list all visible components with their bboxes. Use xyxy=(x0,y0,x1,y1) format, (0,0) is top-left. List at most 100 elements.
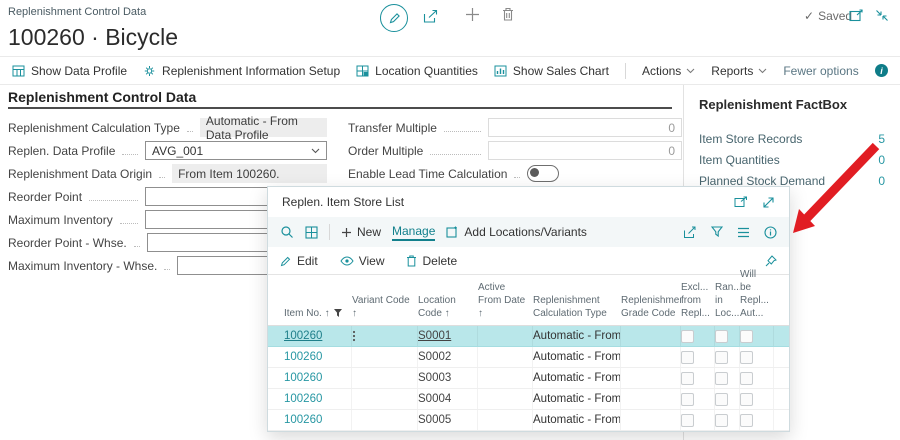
will-be-repl-aut-checkbox[interactable] xyxy=(740,372,753,385)
share-icon xyxy=(683,226,697,239)
column-header-replenishment-calculation-type[interactable]: Replenishment Calculation Type xyxy=(533,294,621,320)
row-options-icon[interactable] xyxy=(352,330,356,342)
breadcrumb[interactable]: Replenishment Control Data xyxy=(8,6,146,18)
collapse-button[interactable] xyxy=(875,9,889,22)
lead-time-toggle[interactable] xyxy=(527,165,559,182)
reports-menu[interactable]: Reports xyxy=(711,64,767,78)
excl-from-repl-checkbox[interactable] xyxy=(681,372,694,385)
excl-from-repl-checkbox[interactable] xyxy=(681,330,694,343)
view-button[interactable]: View xyxy=(340,254,385,268)
info-badge-icon[interactable]: i xyxy=(875,64,888,77)
ran-in-loc-checkbox[interactable] xyxy=(715,372,728,385)
unpin-icon xyxy=(765,255,777,267)
column-header-ran-in-loc[interactable]: Ran... in Loc... xyxy=(715,281,740,320)
add-locations-icon xyxy=(446,226,459,238)
will-be-repl-aut-checkbox[interactable] xyxy=(740,330,753,343)
action-bar: Show Data Profile Replenishment Informat… xyxy=(0,56,900,85)
info-button[interactable] xyxy=(764,226,777,239)
dialog-expand-button[interactable] xyxy=(762,196,775,209)
fewer-options-link[interactable]: Fewer options xyxy=(783,64,858,78)
form-right-column: Transfer Multiple 0 Order Multiple 0 Ena… xyxy=(348,116,682,185)
eye-icon xyxy=(340,256,354,266)
replenishment-calculation-type-value: Automatic - From Data Profile xyxy=(200,118,327,137)
edit-button[interactable] xyxy=(380,4,408,32)
new-button[interactable] xyxy=(465,7,480,22)
manage-tab[interactable]: Manage xyxy=(392,224,435,241)
delete-button[interactable]: Delete xyxy=(406,254,457,268)
analyze-button[interactable] xyxy=(305,226,318,239)
unpin-button[interactable] xyxy=(765,255,777,267)
sales-chart-icon xyxy=(494,65,507,77)
dialog-popout-button[interactable] xyxy=(734,196,748,208)
table-row[interactable]: 100260 S0005 Automatic - From Da... xyxy=(268,410,789,431)
column-header-location-code[interactable]: Location Code ↑ xyxy=(418,294,478,320)
column-header-excl-from-repl[interactable]: Excl... from Repl... xyxy=(681,281,715,320)
table-header-row: Item No. ↑ Variant Code ↑ Location Code … xyxy=(268,275,789,326)
show-data-profile-button[interactable]: Show Data Profile xyxy=(12,64,127,78)
section-title: Replenishment Control Data xyxy=(8,89,196,105)
search-button[interactable] xyxy=(280,225,294,239)
replen-data-profile-select[interactable]: AVG_001 xyxy=(145,141,327,160)
share-button[interactable] xyxy=(423,9,439,24)
choose-columns-button[interactable] xyxy=(737,227,750,238)
table-row[interactable]: 100260 S0004 Automatic - From Da... xyxy=(268,389,789,410)
actions-menu[interactable]: Actions xyxy=(642,64,695,78)
excl-from-repl-checkbox[interactable] xyxy=(681,414,694,427)
item-no-link[interactable]: 100260 xyxy=(284,330,322,342)
trash-icon xyxy=(406,255,417,267)
field-order-multiple: Order Multiple 0 xyxy=(348,139,682,162)
excl-from-repl-checkbox[interactable] xyxy=(681,393,694,406)
item-no-link[interactable]: 100260 xyxy=(284,414,322,426)
item-store-records-value[interactable]: 5 xyxy=(878,132,885,146)
replenishment-information-setup-button[interactable]: Replenishment Information Setup xyxy=(143,64,340,78)
page-title: 100260 · Bicycle xyxy=(8,24,178,51)
replenishment-factbox: Replenishment FactBox Item Store Records… xyxy=(699,85,885,191)
ran-in-loc-checkbox[interactable] xyxy=(715,330,728,343)
show-sales-chart-button[interactable]: Show Sales Chart xyxy=(494,64,609,78)
section-rule xyxy=(8,107,672,109)
will-be-repl-aut-checkbox[interactable] xyxy=(740,351,753,364)
share-button[interactable] xyxy=(683,226,697,239)
order-multiple-input[interactable]: 0 xyxy=(488,141,682,160)
add-locations-variants-button[interactable]: Add Locations/Variants xyxy=(446,225,587,239)
table-row[interactable]: 100260 S0003 Automatic - From Da... xyxy=(268,368,789,389)
location-quantities-button[interactable]: Location Quantities xyxy=(356,64,478,78)
chevron-down-icon xyxy=(686,68,695,74)
filter-button[interactable] xyxy=(711,226,723,238)
item-quantities-value[interactable]: 0 xyxy=(878,153,885,167)
item-no-link[interactable]: 100260 xyxy=(284,351,322,363)
dialog-titlebar: Replen. Item Store List xyxy=(268,187,789,217)
data-profile-icon xyxy=(12,65,25,77)
column-header-variant-code[interactable]: Variant Code ↑ xyxy=(352,294,418,320)
location-quantities-icon xyxy=(356,65,369,77)
ran-in-loc-checkbox[interactable] xyxy=(715,351,728,364)
field-enable-lead-time-calculation: Enable Lead Time Calculation xyxy=(348,162,682,185)
column-header-replenishment-grade-code[interactable]: Replenishment Grade Code xyxy=(621,294,681,320)
collapse-icon xyxy=(875,9,889,22)
replen-item-store-list-dialog: Replen. Item Store List xyxy=(267,186,790,432)
will-be-repl-aut-checkbox[interactable] xyxy=(740,414,753,427)
delete-button[interactable] xyxy=(501,7,515,22)
item-no-link[interactable]: 100260 xyxy=(284,372,322,384)
open-in-window-button[interactable] xyxy=(849,9,864,22)
edit-button[interactable]: Edit xyxy=(280,254,318,268)
share-icon xyxy=(423,9,439,24)
column-header-will-be-repl-aut[interactable]: Will be Repl... Aut... xyxy=(740,268,774,320)
info-icon xyxy=(764,226,777,239)
table-row[interactable]: 100260 S0002 Automatic - From Da... xyxy=(268,347,789,368)
new-button[interactable]: New xyxy=(341,225,381,239)
location-code-link[interactable]: S0001 xyxy=(418,330,451,342)
plus-icon xyxy=(465,7,480,22)
column-header-item-no[interactable]: Item No. ↑ xyxy=(284,307,352,320)
ran-in-loc-checkbox[interactable] xyxy=(715,393,728,406)
setup-icon xyxy=(143,65,156,77)
item-no-link[interactable]: 100260 xyxy=(284,393,322,405)
will-be-repl-aut-checkbox[interactable] xyxy=(740,393,753,406)
transfer-multiple-input[interactable]: 0 xyxy=(488,118,682,137)
ran-in-loc-checkbox[interactable] xyxy=(715,414,728,427)
planned-stock-demand-value[interactable]: 0 xyxy=(878,174,885,188)
column-filter-icon xyxy=(334,309,342,317)
excl-from-repl-checkbox[interactable] xyxy=(681,351,694,364)
column-header-active-from-date[interactable]: Active From Date ↑ xyxy=(478,281,533,320)
table-row[interactable]: 100260 S0001 Automatic - From Da... xyxy=(268,326,789,347)
